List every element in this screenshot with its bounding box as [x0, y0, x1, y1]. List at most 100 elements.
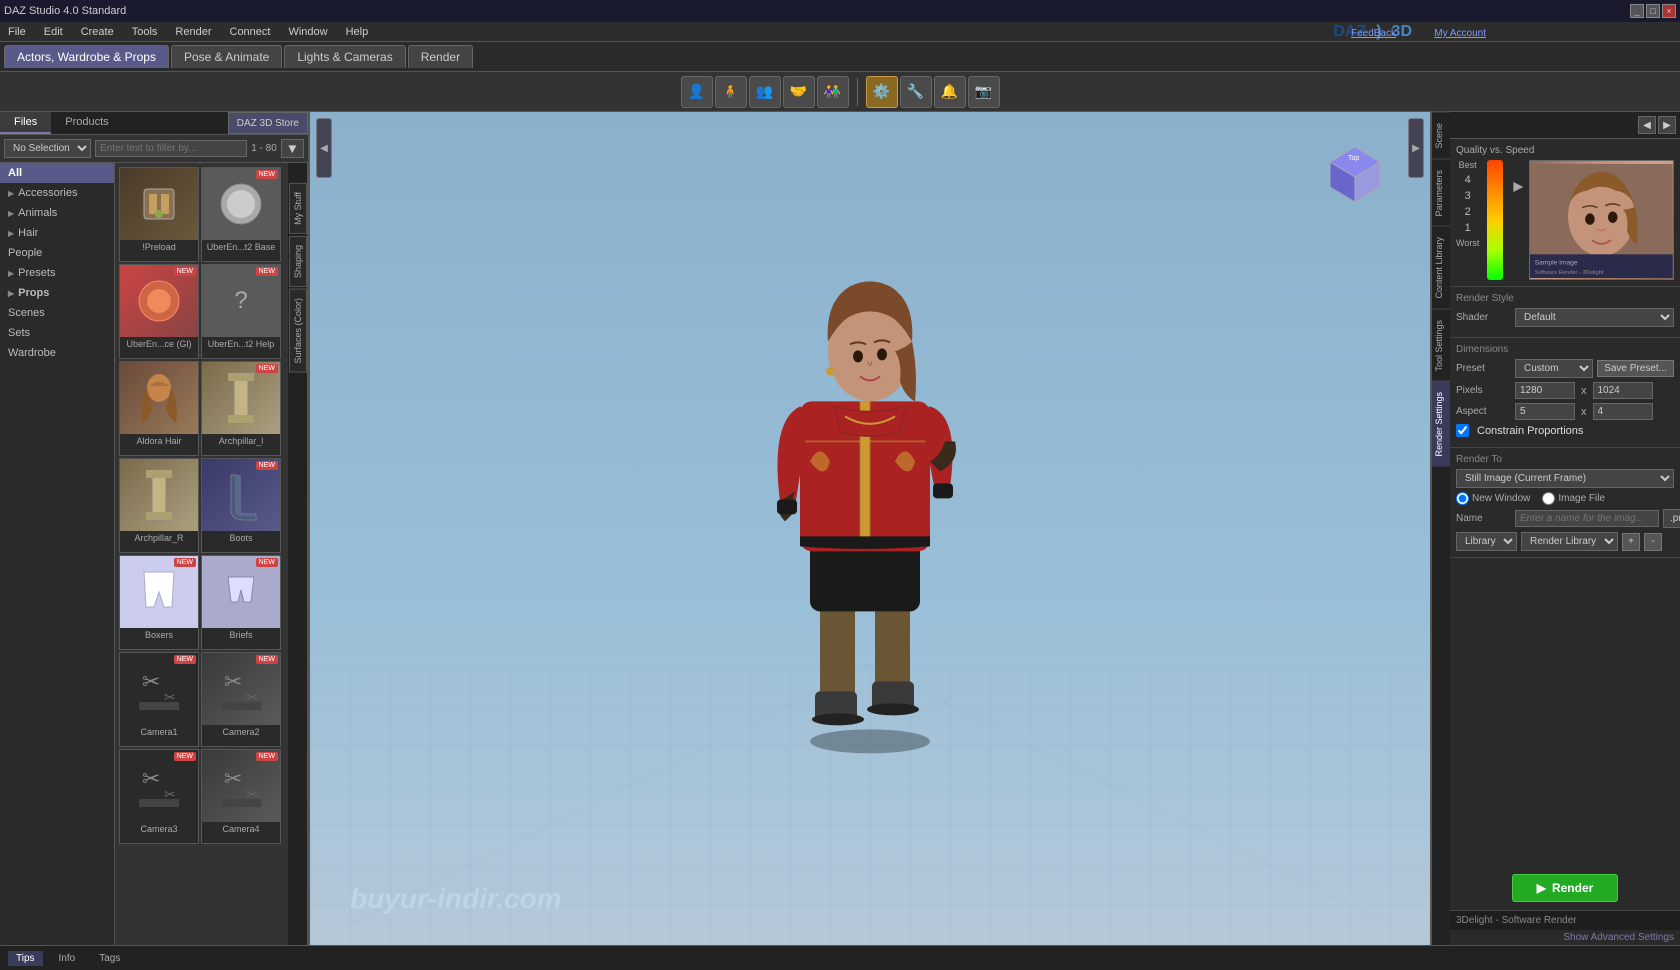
preset-select[interactable]: Custom: [1515, 359, 1593, 378]
rpanel-tab-content-library[interactable]: Content Library: [1432, 226, 1450, 309]
menu-create[interactable]: Create: [77, 26, 118, 38]
show-advanced-btn[interactable]: Show Advanced Settings: [1450, 930, 1680, 945]
pixels-height-input[interactable]: [1593, 382, 1653, 399]
toolbar-btn-couple[interactable]: 🤝: [783, 76, 815, 108]
aspect-width-input[interactable]: [1515, 403, 1575, 420]
rpanel-tab-tool-settings[interactable]: Tool Settings: [1432, 309, 1450, 382]
tab-products[interactable]: Products: [51, 112, 122, 134]
menu-help[interactable]: Help: [342, 26, 373, 38]
tab-files[interactable]: Files: [0, 112, 51, 134]
new-badge: NEW: [174, 655, 196, 664]
collapse-left-btn[interactable]: ◀: [316, 118, 332, 178]
navtab-actors[interactable]: Actors, Wardrobe & Props: [4, 45, 169, 68]
feedback-link[interactable]: FeedBack: [1347, 28, 1400, 39]
grid-item-archpillar-r[interactable]: Archpillar_R: [119, 458, 199, 553]
save-preset-button[interactable]: Save Preset...: [1597, 360, 1674, 377]
best-label: Best: [1459, 160, 1477, 170]
grid-item-uberen-help[interactable]: ? NEW UberEn...t2 Help: [201, 264, 281, 359]
grid-item-boxers[interactable]: NEW Boxers: [119, 555, 199, 650]
grid-item-aldora-hair[interactable]: Aldora Hair: [119, 361, 199, 456]
toolbar-btn-settings[interactable]: ⚙️: [866, 76, 898, 108]
grid-item-camera3[interactable]: ✂✂ NEW Camera3: [119, 749, 199, 844]
rp-back-icon[interactable]: ◀: [1638, 116, 1656, 134]
library-remove-btn[interactable]: -: [1644, 533, 1662, 551]
new-window-radio[interactable]: [1456, 492, 1469, 505]
grid-item-briefs[interactable]: NEW Briefs: [201, 555, 281, 650]
toolbar-btn-group[interactable]: 👥: [749, 76, 781, 108]
grid-item-camera1[interactable]: ✂✂ NEW Camera1: [119, 652, 199, 747]
filter-input[interactable]: [95, 140, 247, 157]
grid-item-camera2[interactable]: ✂✂ NEW Camera2: [201, 652, 281, 747]
cat-sets[interactable]: Sets: [0, 323, 114, 343]
navtab-pose[interactable]: Pose & Animate: [171, 45, 282, 68]
toolbar-btn-camera[interactable]: 📷: [968, 76, 1000, 108]
library-select-1[interactable]: Library: [1456, 532, 1517, 551]
qvs-num-3: 3: [1465, 188, 1471, 204]
daz-store-button[interactable]: DAZ 3D Store: [228, 112, 308, 134]
sidetab-mystuff[interactable]: My Stuff: [289, 183, 307, 234]
bottom-tab-info[interactable]: Info: [51, 951, 84, 966]
file-extension-select[interactable]: .png .jpg .bmp: [1663, 509, 1680, 528]
cat-animals[interactable]: ▶Animals: [0, 203, 114, 223]
menu-edit[interactable]: Edit: [40, 26, 67, 38]
grid-item-camera4[interactable]: ✂✂ NEW Camera4: [201, 749, 281, 844]
image-file-radio-label: Image File: [1542, 492, 1605, 505]
maximize-btn[interactable]: □: [1646, 4, 1660, 18]
bottom-tab-tags[interactable]: Tags: [91, 951, 128, 966]
menu-tools[interactable]: Tools: [128, 26, 162, 38]
sidetab-shaping[interactable]: Shaping: [289, 236, 307, 287]
render-button[interactable]: ▶ Render: [1512, 874, 1619, 902]
grid-options-btn[interactable]: ▼: [281, 139, 304, 158]
collapse-right-btn[interactable]: ▶: [1408, 118, 1424, 178]
account-link[interactable]: My Account: [1430, 28, 1490, 39]
rpanel-tab-scene[interactable]: Scene: [1432, 112, 1450, 159]
menu-window[interactable]: Window: [284, 26, 331, 38]
rpanel-tab-parameters[interactable]: Parameters: [1432, 159, 1450, 227]
grid-item-uberen-base[interactable]: NEW UberEn...t2 Base: [201, 167, 281, 262]
library-select-2[interactable]: Render Library: [1521, 532, 1618, 551]
grid-label-aldora-hair: Aldora Hair: [120, 434, 198, 448]
grid-item-archpillar-l[interactable]: NEW Archpillar_l: [201, 361, 281, 456]
toolbar-btn-person2[interactable]: 🧍: [715, 76, 747, 108]
sidetab-surfaces[interactable]: Surfaces (Color): [289, 289, 307, 373]
toolbar-btn-pair[interactable]: 👫: [817, 76, 849, 108]
rp-forward-icon[interactable]: ▶: [1658, 116, 1676, 134]
minimize-btn[interactable]: _: [1630, 4, 1644, 18]
cat-presets[interactable]: ▶Presets: [0, 263, 114, 283]
shader-select[interactable]: Default: [1515, 308, 1674, 327]
toolbar-btn-notify[interactable]: 🔔: [934, 76, 966, 108]
viewport[interactable]: ◀ ▶ Top: [310, 112, 1430, 945]
main-area: Files Products DAZ 3D Store No Selection…: [0, 112, 1680, 945]
menu-file[interactable]: File: [4, 26, 30, 38]
image-file-radio[interactable]: [1542, 492, 1555, 505]
pixels-width-input[interactable]: [1515, 382, 1575, 399]
navtab-lights[interactable]: Lights & Cameras: [284, 45, 405, 68]
cat-accessories[interactable]: ▶Accessories: [0, 183, 114, 203]
render-to-select[interactable]: Still Image (Current Frame): [1456, 469, 1674, 488]
grid-item-uberen-gl[interactable]: NEW UberEn...ce (Gl): [119, 264, 199, 359]
bottom-tab-tips[interactable]: Tips: [8, 951, 43, 966]
grid-item-preload[interactable]: !Preload: [119, 167, 199, 262]
render-name-input[interactable]: [1515, 510, 1659, 527]
aspect-height-input[interactable]: [1593, 403, 1653, 420]
qvs-title: Quality vs. Speed: [1456, 145, 1674, 156]
cat-scenes[interactable]: Scenes: [0, 303, 114, 323]
menu-render[interactable]: Render: [171, 26, 215, 38]
toolbar-btn-tool1[interactable]: 🔧: [900, 76, 932, 108]
selection-dropdown[interactable]: No Selection: [4, 139, 91, 158]
cat-people[interactable]: People: [0, 243, 114, 263]
orientation-cube[interactable]: Top: [1320, 142, 1390, 215]
constrain-proportions-checkbox[interactable]: [1456, 424, 1469, 437]
navtab-render[interactable]: Render: [408, 45, 473, 68]
toolbar-btn-person[interactable]: 👤: [681, 76, 713, 108]
cat-hair[interactable]: ▶Hair: [0, 223, 114, 243]
library-add-btn[interactable]: +: [1622, 533, 1640, 551]
rpanel-tab-render-settings[interactable]: Render Settings: [1432, 381, 1450, 467]
window-controls[interactable]: _ □ ×: [1630, 4, 1676, 18]
cat-wardrobe[interactable]: Wardrobe: [0, 343, 114, 363]
cat-all[interactable]: All: [0, 163, 114, 183]
menu-connect[interactable]: Connect: [226, 26, 275, 38]
close-btn[interactable]: ×: [1662, 4, 1676, 18]
grid-item-boots[interactable]: NEW Boots: [201, 458, 281, 553]
cat-props[interactable]: ▶Props: [0, 283, 114, 303]
